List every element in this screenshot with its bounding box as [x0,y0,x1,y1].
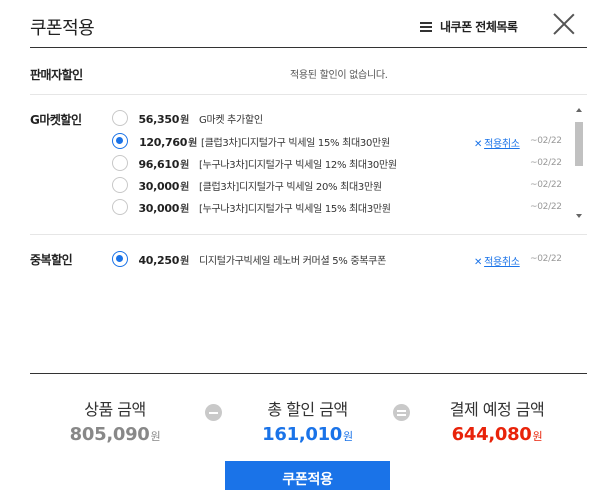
seller-discount-empty-message: 적용된 할인이 없습니다. [290,70,388,81]
equals-icon [393,404,410,421]
scroll-up-icon[interactable] [576,108,582,112]
total-discount-unit: 원 [343,430,353,443]
section-divider [30,234,587,235]
product-amount-value-wrap: 805,090원 [65,424,165,445]
payment-amount: 결제 예정 금액 644,080원 [432,396,562,445]
coupon-amount: 56,350 [138,112,180,126]
coupon-list-scrollbar[interactable] [574,108,584,218]
coupon-expiry: ~02/22 [530,158,562,168]
coupon-amount-unit: 원 [180,255,189,267]
product-amount-label: 상품 금액 [84,400,146,419]
coupon-row[interactable]: 120,760원 [클럽3차]디지털가구 빅세일 15% 최대30만원 ✕ 적용취… [112,131,577,151]
gmarket-discount-label: G마켓할인 [30,113,82,127]
coupon-amount-unit: 원 [180,159,189,171]
payment-amount-value: 644,080 [451,424,532,445]
modal-title: 쿠폰적용 [30,18,95,39]
coupon-radio[interactable] [112,155,128,171]
cancel-apply-label: 적용취소 [484,257,520,268]
cancel-apply-link[interactable]: ✕ 적용취소 [474,135,520,150]
coupon-name: 디지털가구빅세일 레노버 커머셜 5% 중복쿠폰 [199,255,386,267]
close-icon[interactable] [552,12,576,36]
coupon-expiry: ~02/22 [530,180,562,190]
coupon-expiry: ~02/22 [530,136,562,146]
minus-icon [205,404,222,421]
coupon-row[interactable]: 56,350원 G마켓 추가할인 [112,108,577,128]
seller-discount-label: 판매자할인 [30,68,83,82]
modal-header: 쿠폰적용 내쿠폰 전체목록 [0,0,600,48]
coupon-amount: 120,760 [139,135,188,149]
header-divider [30,47,587,48]
apply-coupon-button[interactable]: 쿠폰적용 [225,461,390,490]
coupon-name: [클럽3차]디지털가구 빅세일 15% 최대30만원 [201,137,390,149]
coupon-amount-unit: 원 [180,181,189,193]
coupon-row[interactable]: 30,000원 [누구나3차]디지털가구 빅세일 15% 최대3만원 ~02/2… [112,197,577,217]
cancel-apply-label: 적용취소 [484,139,520,150]
coupon-amount-unit: 원 [180,203,189,215]
total-discount-value: 161,010 [262,424,343,445]
coupon-expiry: ~02/22 [530,202,562,212]
duplicate-discount-label: 중복할인 [30,253,73,267]
coupon-row[interactable]: 40,250원 디지털가구빅세일 레노버 커머셜 5% 중복쿠폰 ✕ 적용취소 ~… [112,249,577,269]
coupon-amount: 30,000 [138,179,180,193]
coupon-radio[interactable] [112,177,128,193]
coupon-name: [누구나3차]디지털가구 빅세일 15% 최대3만원 [199,203,391,215]
coupon-row[interactable]: 30,000원 [클럽3차]디지털가구 빅세일 20% 최대3만원 ~02/22 [112,175,577,195]
section-divider [30,94,587,95]
total-discount-value-wrap: 161,010원 [250,424,365,445]
coupon-expiry: ~02/22 [530,254,562,264]
my-coupon-list-label: 내쿠폰 전체목록 [440,20,518,34]
cancel-x-icon: ✕ [474,139,483,150]
total-discount-label: 총 할인 금액 [267,400,348,419]
coupon-amount: 30,000 [138,201,180,215]
my-coupon-list-link[interactable]: 내쿠폰 전체목록 [420,18,518,35]
cancel-apply-link[interactable]: ✕ 적용취소 [474,253,520,268]
hamburger-icon [420,21,432,32]
coupon-radio[interactable] [112,199,128,215]
coupon-amount-unit: 원 [188,137,197,149]
scroll-down-icon[interactable] [576,214,582,218]
payment-amount-value-wrap: 644,080원 [432,424,562,445]
coupon-amount: 40,250 [138,253,180,267]
coupon-radio-selected[interactable] [112,133,128,149]
coupon-name: [클럽3차]디지털가구 빅세일 20% 최대3만원 [199,181,382,193]
product-amount: 상품 금액 805,090원 [65,396,165,445]
coupon-name: [누구나3차]디지털가구 빅세일 12% 최대30만원 [199,159,397,171]
scrollbar-thumb[interactable] [575,122,583,166]
payment-amount-unit: 원 [532,430,543,443]
coupon-amount-unit: 원 [180,114,189,126]
summary-divider [30,373,587,374]
cancel-x-icon: ✕ [474,257,483,268]
product-amount-unit: 원 [150,430,161,443]
coupon-row[interactable]: 96,610원 [누구나3차]디지털가구 빅세일 12% 최대30만원 ~02/… [112,153,577,173]
product-amount-value: 805,090 [69,424,150,445]
coupon-amount: 96,610 [138,157,180,171]
total-discount: 총 할인 금액 161,010원 [250,396,365,445]
coupon-radio[interactable] [112,110,128,126]
payment-amount-label: 결제 예정 금액 [449,400,545,419]
coupon-name: G마켓 추가할인 [199,114,263,126]
coupon-radio-selected[interactable] [112,251,128,267]
